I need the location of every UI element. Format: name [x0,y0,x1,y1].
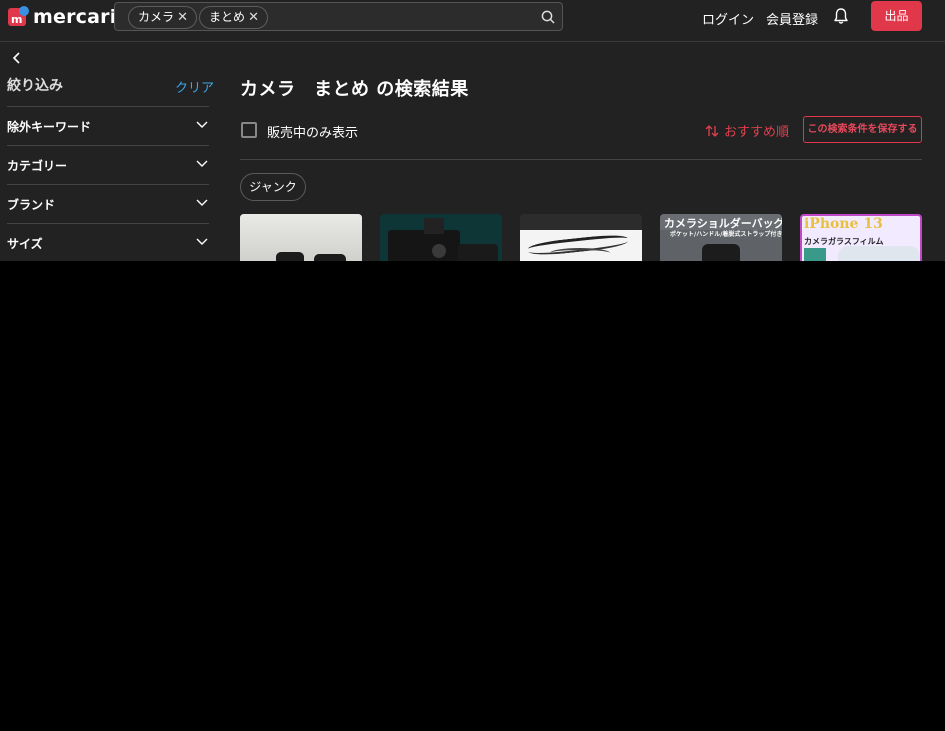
page-title: カメラ まとめ の検索結果 [240,79,469,100]
sidebar-item-brand[interactable]: ブランド [7,184,209,223]
filter-tag-junk[interactable]: ジャンク [240,173,306,201]
chevron-down-icon [196,199,208,206]
login-link[interactable]: ログイン [702,9,754,28]
search-chip[interactable]: まとめ ✕ [199,6,268,29]
sort-icon [705,124,719,137]
on-sale-label[interactable]: 販売中のみ表示 [267,122,358,141]
header: m mercari カメラ ✕ まとめ ✕ ログイン 会員登録 出品 [0,0,945,42]
search-chip[interactable]: カメラ ✕ [128,6,197,29]
thumbnail-caption: iPhone 13 [804,216,883,232]
bag-shape [702,244,740,261]
search-chip-label: カメラ [138,10,175,24]
search-icon[interactable] [541,10,555,24]
cable-shape [550,248,610,258]
bell-icon[interactable] [832,7,850,25]
badge-shape [804,248,826,261]
sidebar-item-category[interactable]: カテゴリー [7,145,209,184]
close-icon[interactable]: ✕ [177,7,188,28]
close-icon[interactable]: ✕ [248,7,259,28]
chevron-down-icon [196,160,208,167]
item-thumbnail[interactable] [240,214,362,261]
sell-button[interactable]: 出品 [871,1,922,31]
item-thumbnail[interactable] [520,214,642,261]
on-sale-checkbox[interactable] [241,122,257,138]
lens-shape [432,244,446,258]
mercari-logo-icon: m [8,6,29,26]
back-arrow-icon[interactable] [10,51,24,65]
camera-flash-shape [424,218,444,234]
mercari-logo[interactable]: m mercari [7,6,116,28]
chevron-down-icon [196,121,208,128]
phone-shape [838,246,920,261]
filter-title: 絞り込み [7,78,63,94]
app-window: m mercari カメラ ✕ まとめ ✕ ログイン 会員登録 出品 絞り込み … [0,0,945,261]
search-chip-label: まとめ [209,10,246,24]
sort-dropdown[interactable]: おすすめ順 [705,121,789,140]
sidebar-item-size[interactable]: サイズ [7,223,209,261]
svg-text:m: m [11,13,22,26]
lens-shape [276,252,304,261]
sort-label: おすすめ順 [724,125,790,140]
sidebar-item-label: 除外キーワード [7,120,92,134]
lens-shape [314,254,346,261]
save-search-button[interactable]: この検索条件を保存する [803,116,922,143]
chevron-down-icon [196,238,208,245]
logo-text: mercari [33,6,117,28]
signup-link[interactable]: 会員登録 [766,9,818,28]
clear-link[interactable]: クリア [175,77,214,96]
item-thumbnail[interactable]: iPhone 13 カメラガラスフィルム [800,214,922,261]
sidebar-item-label: サイズ [7,237,43,251]
camera-body-shape [388,230,460,261]
camera-body-shape [458,244,498,261]
thumbnail-subcaption: ポケット/ハンドル/着脱式ストラップ付き [670,231,782,238]
item-thumbnail[interactable]: カメラショルダーバッグ ポケット/ハンドル/着脱式ストラップ付き [660,214,782,261]
item-thumbnail[interactable] [380,214,502,261]
search-input[interactable]: カメラ ✕ まとめ ✕ [114,2,563,31]
sidebar-item-label: ブランド [7,198,56,212]
sidebar-item-label: カテゴリー [7,159,68,173]
divider [240,159,922,160]
sidebar-item-exclude-keyword[interactable]: 除外キーワード [7,106,209,145]
